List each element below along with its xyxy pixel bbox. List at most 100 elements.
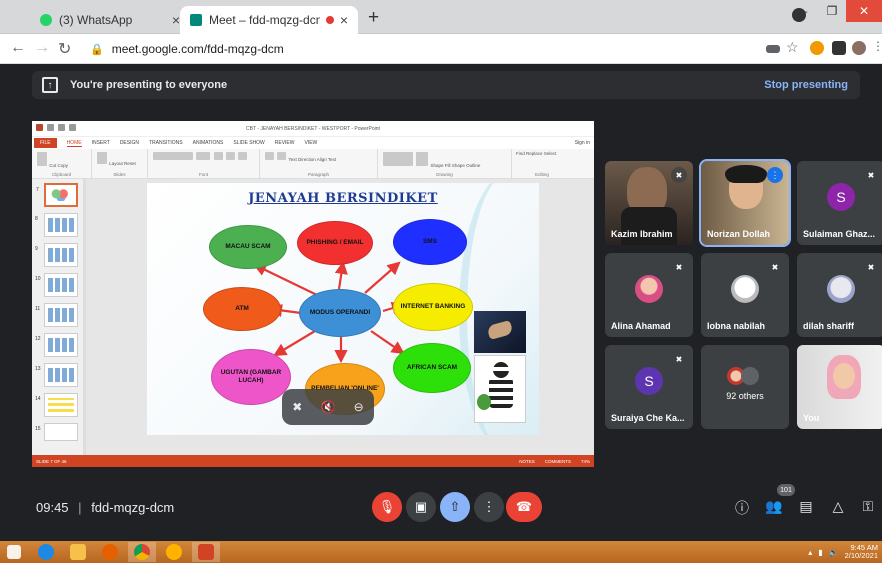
more-options-button[interactable]: ⋮ (474, 492, 504, 522)
mic-off-icon: ✖ (671, 167, 687, 183)
participant-tile[interactable]: S ✖ Sulaiman Ghaz... (797, 161, 882, 245)
window-controls: – ❐ ✕ (790, 0, 882, 22)
ppt-select: Select (543, 151, 557, 156)
tab-whatsapp[interactable]: (3) WhatsApp × (30, 6, 190, 34)
ppt-zoom: 74% (580, 458, 590, 464)
ppt-tab-insert: INSERT (91, 140, 110, 146)
participant-tile[interactable]: ✖ Alina Ahamad (605, 253, 693, 337)
tab-title: Meet – fdd-mqzg-dcm (209, 13, 320, 27)
pin-off-icon[interactable]: ✖ (288, 398, 306, 416)
meeting-details-icon[interactable]: ⓘ (732, 498, 752, 518)
ppt-text-direction: Text Direction (288, 157, 316, 162)
ppt-slide-counter: SLIDE 7 OF 46 (36, 458, 67, 464)
redo-icon (69, 124, 76, 131)
taskbar-firefox[interactable] (96, 542, 124, 562)
meeting-time: 09:45 (36, 500, 69, 515)
camera-button[interactable]: ▣ (406, 492, 436, 522)
taskbar-chrome[interactable] (128, 542, 156, 562)
ppt-ribbon: Cut Copy Clipboard Layout Reset Slides F… (32, 149, 594, 179)
host-controls-icon[interactable]: ⚿ (858, 498, 878, 515)
mic-off-button[interactable]: 🎙 (372, 492, 402, 522)
participant-tile[interactable]: 92 others (701, 345, 789, 429)
taskbar-clock[interactable]: 9:45 AM 2/10/2021 (844, 543, 878, 561)
participant-tile[interactable]: You (797, 345, 882, 429)
ppt-group-paragraph: Text Direction Align Text Paragraph (260, 149, 378, 178)
new-tab-button[interactable]: + (368, 7, 379, 29)
arrange-icon (416, 152, 429, 166)
camera-indicator-icon[interactable] (766, 45, 780, 53)
ppt-group-drawing: Shape Fill Shape Outline Drawing (378, 149, 512, 178)
mic-off-icon: ✖ (767, 259, 783, 275)
ppt-replace: Replace (526, 151, 543, 156)
taskbar-ie[interactable] (32, 542, 60, 562)
ppt-group-label: Drawing (436, 172, 453, 177)
stop-presenting-button[interactable]: Stop presenting (764, 79, 848, 91)
back-icon[interactable]: ← (10, 39, 26, 57)
participant-tile[interactable]: S ✖ Suraiya Che Ka... (605, 345, 693, 429)
close-window-icon[interactable]: ✕ (846, 0, 882, 22)
taskbar-explorer[interactable] (64, 542, 92, 562)
thumbnail-scrollbar (83, 179, 86, 455)
meet-control-bar: 09:45 | fdd-mqzg-dcm 🎙 ▣ ⇧ ⋮ ☎ ⓘ 👥 101 ▤… (20, 484, 882, 528)
maximize-icon[interactable]: ❐ (818, 0, 846, 22)
participant-tile[interactable]: ✖ Iobna nabilah (701, 253, 789, 337)
activities-icon[interactable]: △ (828, 498, 848, 515)
save-icon (47, 124, 54, 131)
reload-icon[interactable]: ↻ (58, 39, 71, 59)
presenting-banner: ↑ You're presenting to everyone Stop pre… (32, 71, 860, 99)
volume-icon[interactable]: 🔈 (829, 548, 839, 557)
url-input[interactable]: 🔒 meet.google.com/fdd-mqzg-dcm (90, 38, 770, 60)
lock-icon[interactable]: 🔒 (90, 43, 104, 56)
end-call-button[interactable]: ☎ (506, 492, 542, 522)
recording-indicator-icon (325, 16, 334, 24)
tab-close-icon[interactable]: × (340, 12, 348, 28)
slide-number: 8 (35, 216, 38, 222)
ppt-notes: NOTES (519, 458, 535, 464)
start-button[interactable] (0, 542, 28, 562)
ppt-tab-review: REVIEW (274, 140, 295, 146)
participant-name: Sulaiman Ghaz... (803, 229, 876, 239)
ppt-title-bar: CBT - JENAYAH BERSINDIKET - WESTPORT - P… (32, 121, 594, 137)
tray-arrow-icon[interactable]: ▴ (808, 548, 812, 557)
meeting-code: fdd-mqzg-dcm (91, 500, 175, 515)
clock-date: 2/10/2021 (844, 551, 878, 560)
ppt-reset: Reset (124, 161, 136, 166)
taskbar-media[interactable] (160, 542, 188, 562)
ppt-shape-outline: Shape Outline (451, 163, 481, 168)
people-icon[interactable]: 👥 (764, 498, 784, 515)
participant-tile[interactable]: ⋮ Norizan Dollah (699, 159, 791, 247)
arrow-phishing (334, 260, 348, 290)
italic-icon (225, 152, 235, 160)
tab-close-icon[interactable]: × (172, 12, 180, 28)
slide-thumbnail: 14 (35, 393, 78, 417)
mute-off-icon[interactable]: 🔇 (319, 398, 337, 416)
profile-avatar[interactable] (852, 41, 866, 55)
participant-name: You (803, 413, 820, 423)
ppt-find: Find (516, 151, 525, 156)
ppt-align-text: Align Text (316, 157, 337, 162)
network-icon[interactable]: ▮ (818, 548, 822, 557)
present-now-button[interactable]: ⇧ (440, 492, 470, 522)
remove-icon[interactable]: ⊖ (350, 398, 368, 416)
undo-icon (58, 124, 65, 131)
bookmark-star-icon[interactable]: ☆ (786, 39, 799, 56)
ppt-group-label: Paragraph (307, 172, 329, 177)
taskbar-powerpoint[interactable] (192, 542, 220, 562)
chat-icon[interactable]: ▤ (796, 498, 816, 515)
participant-tile[interactable]: ✖ dilah shariff (797, 253, 882, 337)
participant-tile[interactable]: ✖ Kazim Ibrahim (605, 161, 693, 245)
avatar: S (827, 183, 855, 211)
ppt-logo-icon (36, 124, 43, 131)
people-count-badge: 101 (777, 484, 795, 496)
ppt-comments: COMMENTS (544, 458, 571, 464)
tab-meet[interactable]: Meet – fdd-mqzg-dcm × (180, 6, 358, 34)
menu-kebab-icon[interactable]: ⋮ (872, 39, 882, 53)
extension-icon[interactable] (810, 41, 824, 55)
slide-thumbnail: 9 (35, 243, 78, 267)
avatar (635, 275, 663, 303)
forward-icon[interactable]: → (34, 39, 50, 57)
firefox-icon (102, 544, 118, 560)
node-ugutan: UGUTAN (GAMBAR LUCAH) (211, 349, 291, 405)
minimize-icon[interactable]: – (790, 0, 818, 22)
puzzle-icon[interactable] (832, 41, 846, 55)
